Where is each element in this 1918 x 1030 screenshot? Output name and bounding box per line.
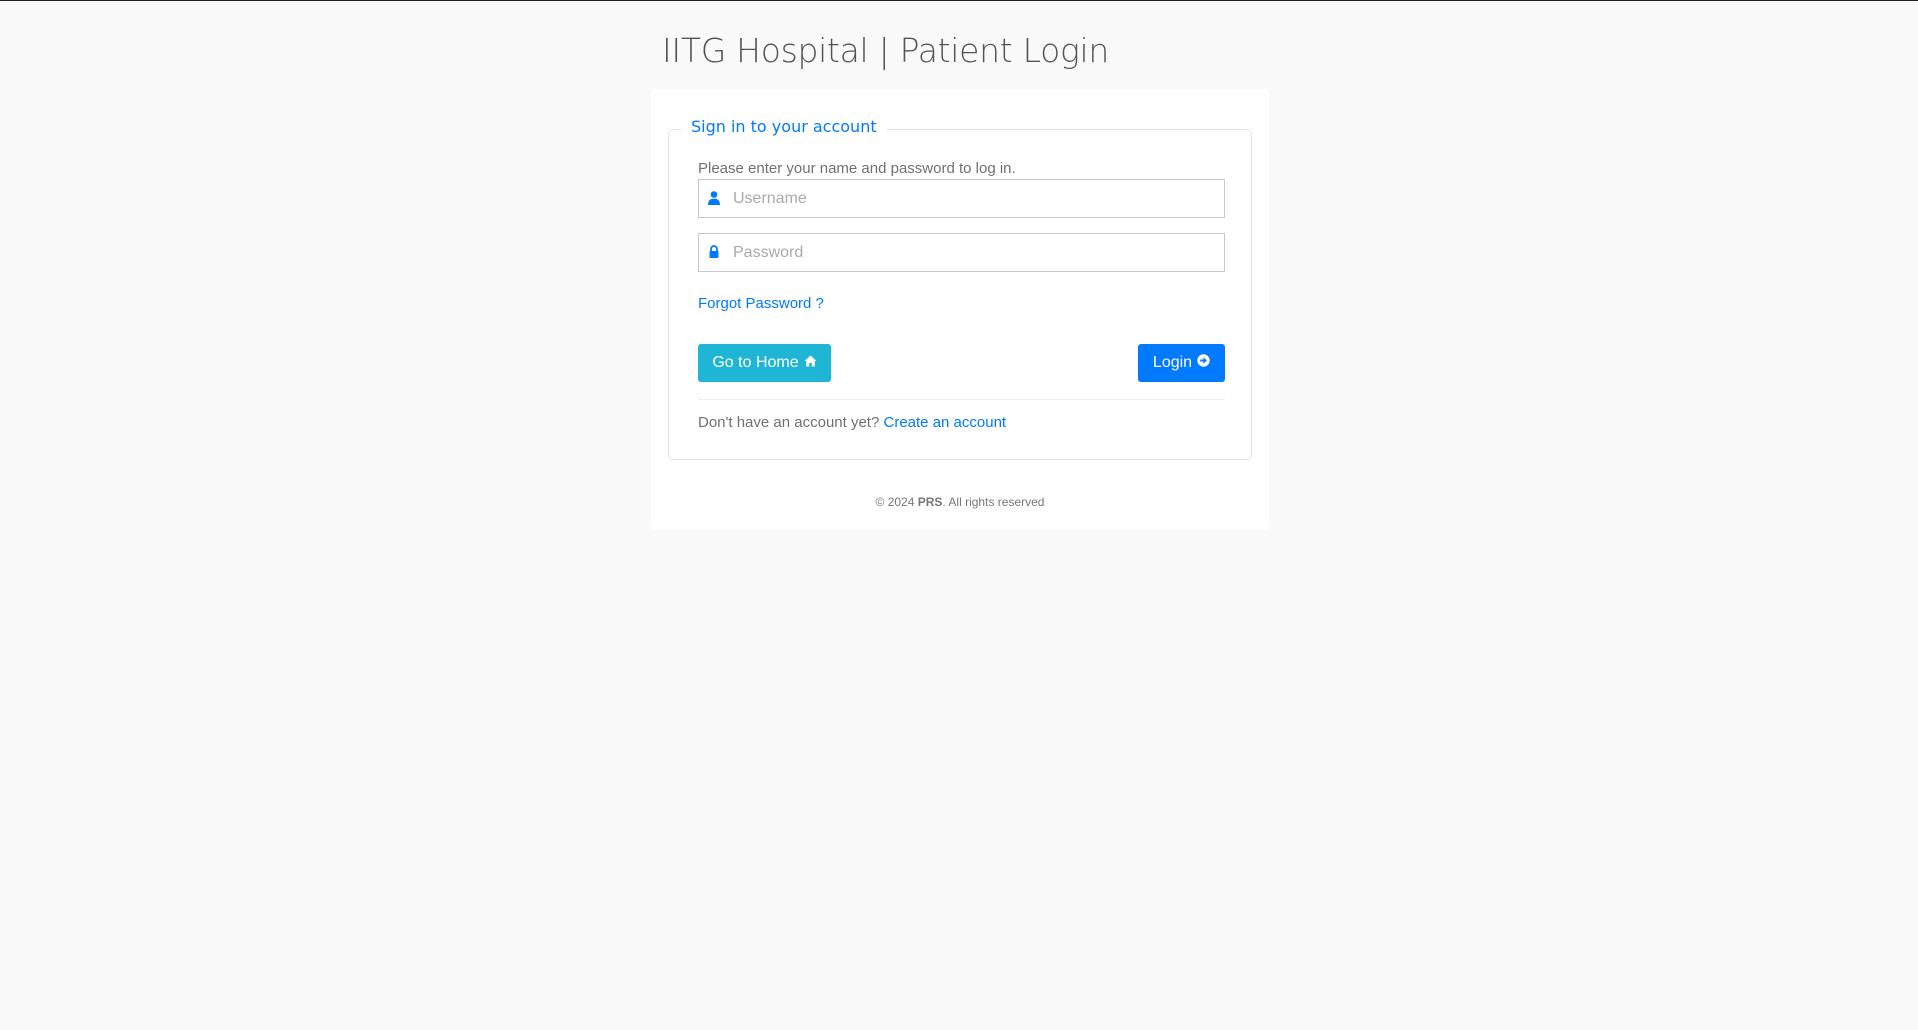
login-button[interactable]: Login (1138, 344, 1225, 382)
username-field-wrapper (698, 179, 1225, 218)
login-box: Sign in to your account Please enter you… (651, 89, 1269, 530)
lock-icon (707, 244, 721, 260)
divider (698, 399, 1225, 400)
go-to-home-button[interactable]: Go to Home (698, 344, 831, 382)
create-account-link[interactable]: Create an account (884, 414, 1007, 431)
username-input[interactable] (733, 180, 1213, 217)
copyright-prefix: © 2024 (875, 495, 915, 509)
password-field-wrapper (698, 233, 1225, 272)
signup-prompt-text: Don't have an account yet? (698, 414, 880, 431)
signin-fieldset: Sign in to your account Please enter you… (668, 117, 1252, 460)
user-icon (707, 190, 721, 206)
login-label: Login (1152, 354, 1193, 371)
arrow-circle-right-icon (1197, 354, 1210, 372)
go-to-home-label: Go to Home (712, 354, 799, 371)
forgot-password-link[interactable]: Forgot Password ? (698, 295, 824, 312)
home-icon (804, 354, 817, 372)
copyright-suffix: . All rights reserved (942, 495, 1045, 509)
login-instructions: Please enter your name and password to l… (698, 160, 1016, 177)
copyright-brand: PRS (917, 495, 943, 509)
copyright: © 2024 PRS. All rights reserved (651, 495, 1269, 509)
page-title: IITG Hospital | Patient Login (662, 31, 1110, 70)
signup-prompt: Don't have an account yet? Create an acc… (698, 414, 1006, 431)
signin-legend: Sign in to your account (681, 117, 887, 136)
password-input[interactable] (733, 234, 1213, 271)
